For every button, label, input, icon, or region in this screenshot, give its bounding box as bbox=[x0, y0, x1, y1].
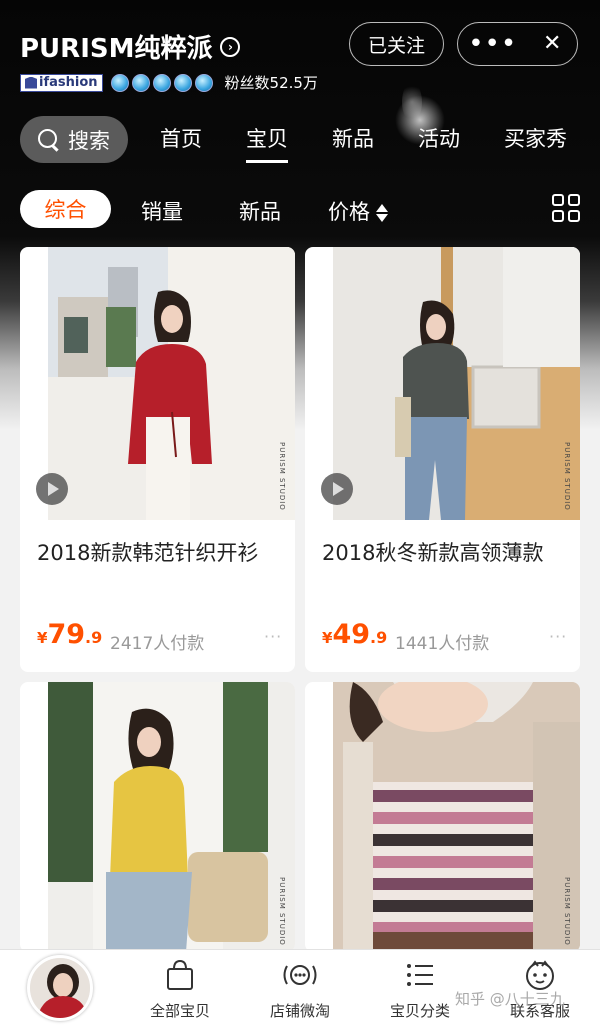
more-icon[interactable]: ··· bbox=[264, 627, 282, 646]
watermark-text: 知乎 @八十三九 bbox=[455, 990, 565, 1008]
search-icon bbox=[38, 128, 60, 151]
play-video-icon[interactable] bbox=[36, 473, 68, 505]
product-image: PURISM STUDIO bbox=[333, 682, 580, 952]
diamond-icon bbox=[131, 73, 150, 92]
studio-watermark: PURISM STUDIO bbox=[563, 442, 571, 511]
product-title[interactable]: 2018新款韩范针织开衫 bbox=[37, 537, 258, 567]
shop-feed-label: 店铺微淘 bbox=[269, 1002, 330, 1020]
customer-service-icon bbox=[490, 958, 590, 992]
filter-comprehensive[interactable]: 综合 bbox=[20, 190, 111, 228]
close-icon[interactable]: ✕ bbox=[527, 22, 577, 66]
tab-products[interactable]: 宝贝 bbox=[246, 123, 288, 163]
diamond-icon bbox=[194, 73, 213, 92]
product-card[interactable]: PURISM STUDIO 2018新款韩范针织开衫 ¥79.9 2417人付款… bbox=[20, 247, 295, 672]
sales-count: 1441人付款 bbox=[395, 634, 490, 654]
search-button[interactable]: 搜索 bbox=[20, 116, 128, 163]
product-title[interactable]: 2018秋冬新款高领薄款 bbox=[322, 537, 543, 567]
sales-count: 2417人付款 bbox=[110, 634, 205, 654]
all-products-label: 全部宝贝 bbox=[149, 1002, 210, 1020]
chevron-right-icon: › bbox=[220, 36, 241, 57]
shop-name: PURISM纯粹派 bbox=[20, 34, 213, 64]
grid-view-icon[interactable] bbox=[552, 194, 580, 222]
filter-sales[interactable]: 销量 bbox=[141, 196, 183, 226]
product-card[interactable]: PURISM STUDIO bbox=[305, 682, 580, 952]
fans-count: 粉丝数52.5万 bbox=[224, 74, 318, 92]
filter-new[interactable]: 新品 bbox=[239, 196, 281, 226]
follow-button[interactable]: 已关注 bbox=[349, 22, 444, 66]
product-price: ¥49.9 bbox=[322, 619, 388, 650]
diamond-icon bbox=[110, 73, 129, 92]
shop-rating-diamonds bbox=[110, 73, 213, 92]
diamond-icon bbox=[173, 73, 192, 92]
ifashion-badge: ifashion bbox=[20, 73, 103, 92]
product-image: PURISM STUDIO bbox=[48, 247, 295, 520]
studio-watermark: PURISM STUDIO bbox=[278, 442, 286, 511]
shop-name-link[interactable]: PURISM纯粹派 › bbox=[20, 28, 241, 65]
studio-watermark: PURISM STUDIO bbox=[278, 877, 286, 946]
sort-updown-icon bbox=[376, 202, 388, 224]
more-options-icon[interactable]: ••• bbox=[458, 22, 527, 66]
filter-price-label: 价格 bbox=[328, 200, 370, 224]
list-icon bbox=[370, 958, 470, 992]
product-price: ¥79.9 bbox=[37, 619, 103, 650]
broadcast-icon bbox=[250, 958, 350, 992]
play-video-icon[interactable] bbox=[321, 473, 353, 505]
diamond-icon bbox=[152, 73, 171, 92]
search-label: 搜索 bbox=[68, 128, 110, 153]
product-image: PURISM STUDIO bbox=[48, 682, 295, 952]
product-card[interactable]: PURISM STUDIO bbox=[20, 682, 295, 952]
shop-avatar[interactable] bbox=[27, 955, 93, 1021]
tab-home[interactable]: 首页 bbox=[160, 123, 202, 153]
light-glare-secondary bbox=[402, 82, 422, 122]
tab-events[interactable]: 活动 bbox=[418, 123, 460, 153]
mini-program-capsule: ••• ✕ bbox=[457, 22, 578, 66]
studio-watermark: PURISM STUDIO bbox=[563, 877, 571, 946]
ifashion-logo-icon bbox=[25, 76, 37, 89]
filter-price[interactable]: 价格 bbox=[328, 196, 388, 226]
shopping-bag-icon bbox=[130, 958, 230, 992]
all-products-tab[interactable]: 全部宝贝 bbox=[130, 958, 230, 1021]
tab-new[interactable]: 新品 bbox=[332, 123, 374, 153]
product-card[interactable]: PURISM STUDIO 2018秋冬新款高领薄款 ¥49.9 1441人付款… bbox=[305, 247, 580, 672]
tab-buyer-show[interactable]: 买家秀 bbox=[504, 123, 567, 153]
shop-feed-tab[interactable]: 店铺微淘 bbox=[250, 958, 350, 1021]
shop-badges: ifashion 粉丝数52.5万 bbox=[20, 72, 318, 93]
more-icon[interactable]: ··· bbox=[549, 627, 567, 646]
product-image: PURISM STUDIO bbox=[333, 247, 580, 520]
